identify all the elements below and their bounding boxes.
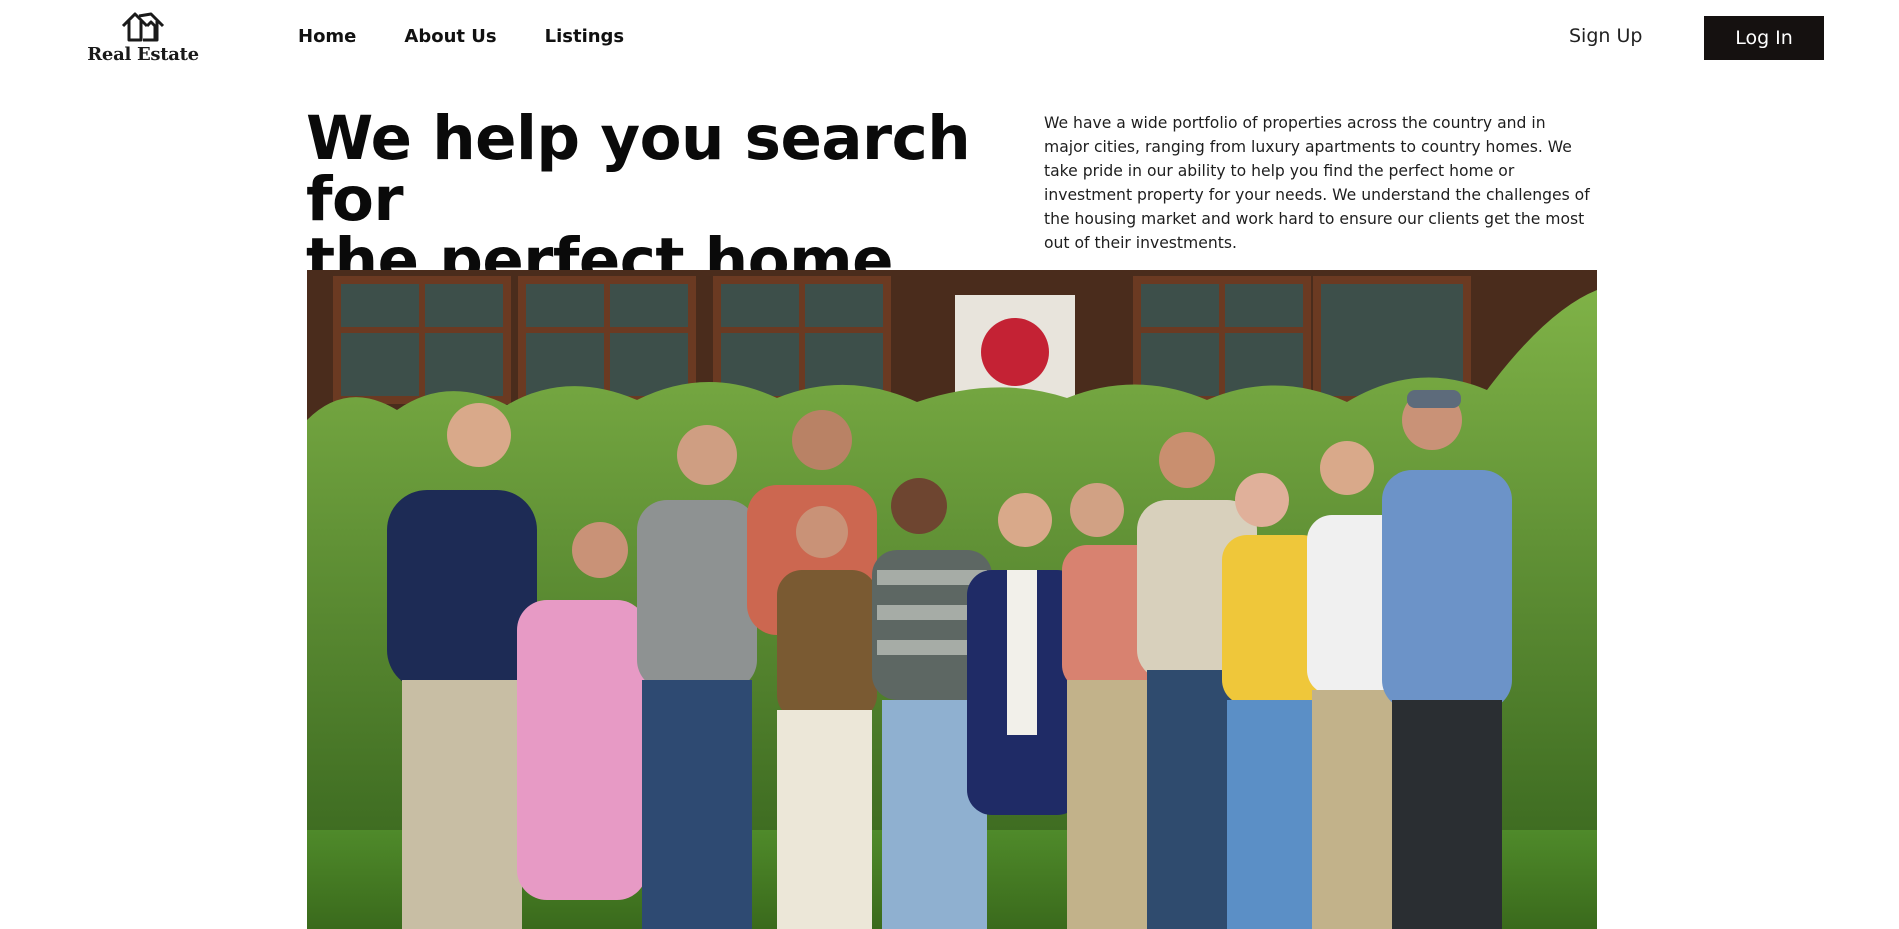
hero-description: We have a wide portfolio of properties a…: [1044, 114, 1590, 252]
nav-listings-link[interactable]: Listings: [545, 26, 625, 47]
hero-title: We help you search for the perfect home: [306, 108, 1046, 291]
hero-group-photo: [307, 270, 1597, 929]
log-in-button[interactable]: Log In: [1704, 16, 1824, 60]
logo-text: Real Estate: [87, 44, 199, 65]
main-nav: Home About Us Listings: [298, 26, 624, 47]
nav-about-link[interactable]: About Us: [404, 26, 496, 47]
house-outline-icon: [121, 12, 165, 42]
hero-title-line-1: We help you search for: [306, 103, 971, 235]
logo-link[interactable]: Real Estate: [87, 10, 199, 68]
nav-home-link[interactable]: Home: [298, 26, 356, 47]
site-header: Real Estate Home About Us Listings Sign …: [0, 0, 1899, 78]
group-photo-illustration: [307, 270, 1597, 929]
page: Real Estate Home About Us Listings Sign …: [0, 0, 1899, 929]
sign-up-link[interactable]: Sign Up: [1569, 25, 1642, 47]
